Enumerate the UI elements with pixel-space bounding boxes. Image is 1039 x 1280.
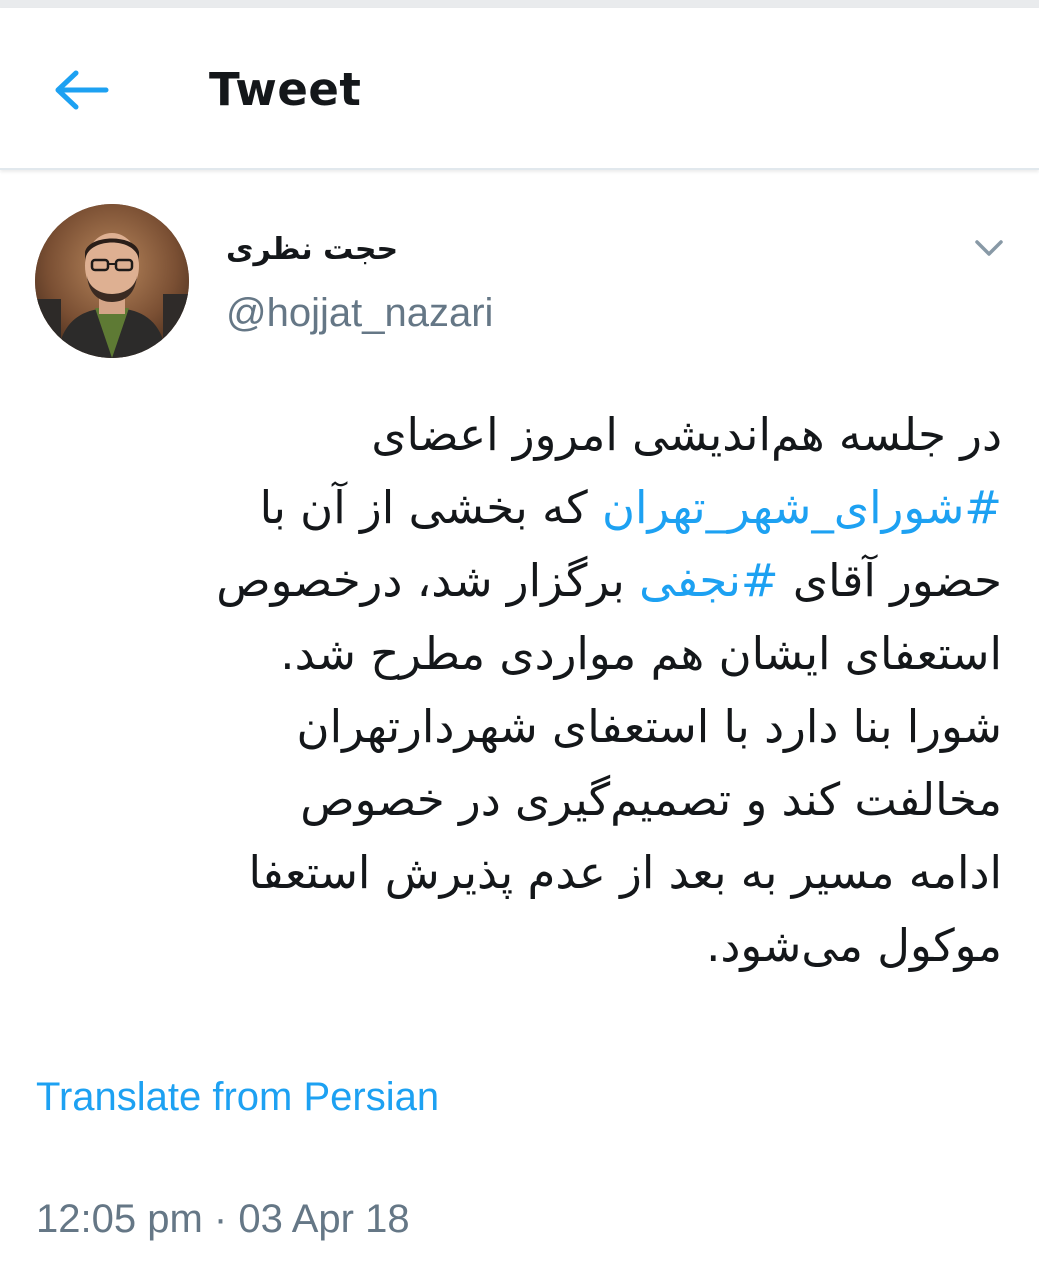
tweet-line: شورا بنا دارد با استعفای شهردارتهران <box>30 690 1002 763</box>
tweet-text-segment: برگزار شد، درخصوص <box>216 554 640 607</box>
tweet-line: موکول می‌شود. <box>30 909 1002 982</box>
tweet-line: در جلسه هم‌اندیشی امروز اعضای <box>30 398 1002 471</box>
avatar[interactable] <box>35 204 189 358</box>
hashtag-link[interactable]: #نجفی <box>639 554 779 607</box>
tweet-text-segment: حضور آقای <box>778 554 1002 607</box>
top-app-bar: Tweet <box>0 8 1039 170</box>
back-button[interactable] <box>44 52 120 128</box>
translate-link[interactable]: Translate from Persian <box>36 1072 439 1122</box>
status-bar-strip <box>0 0 1039 8</box>
tweet-timestamp: 12:05 pm · 03 Apr 18 <box>36 1197 410 1241</box>
tweet-text-segment: شورا بنا دارد با استعفای شهردارتهران <box>296 700 1002 753</box>
tweet-text-segment: استعفای ایشان هم مواردی مطرح شد. <box>280 627 1002 680</box>
author-name[interactable]: حجت نظری <box>226 226 486 274</box>
hashtag-link[interactable]: #شورای_شهر_تهران <box>602 481 1002 534</box>
tweet-line: #شورای_شهر_تهران که بخشی از آن با <box>30 471 1002 544</box>
tweet-line: حضور آقای #نجفی برگزار شد، درخصوص <box>30 544 1002 617</box>
tweet-menu-button[interactable] <box>964 226 1014 270</box>
tweet-line: مخالفت کند و تصمیم‌گیری در خصوص <box>30 763 1002 836</box>
tweet-line: ادامه مسیر به بعد از عدم پذیرش استعفا <box>30 836 1002 909</box>
arrow-left-icon <box>55 70 109 110</box>
tweet-text-segment: در جلسه هم‌اندیشی امروز اعضای <box>371 408 1002 461</box>
tweet-text-segment: ادامه مسیر به بعد از عدم پذیرش استعفا <box>248 846 1002 899</box>
tweet-text-segment: مخالفت کند و تصمیم‌گیری در خصوص <box>300 773 1002 826</box>
tweet-line: استعفای ایشان هم مواردی مطرح شد. <box>30 617 1002 690</box>
tweet-text-segment: که بخشی از آن با <box>259 481 602 534</box>
profile-photo <box>35 204 189 358</box>
tweet-text-segment: موکول می‌شود. <box>706 919 1002 972</box>
author-handle[interactable]: @hojjat_nazari <box>226 286 493 340</box>
chevron-down-icon <box>975 240 1003 256</box>
page-title: Tweet <box>209 63 362 116</box>
tweet-text: در جلسه هم‌اندیشی امروز اعضای #شورای_شهر_… <box>30 398 1002 982</box>
author-name-text: حجت نظری <box>226 232 399 267</box>
